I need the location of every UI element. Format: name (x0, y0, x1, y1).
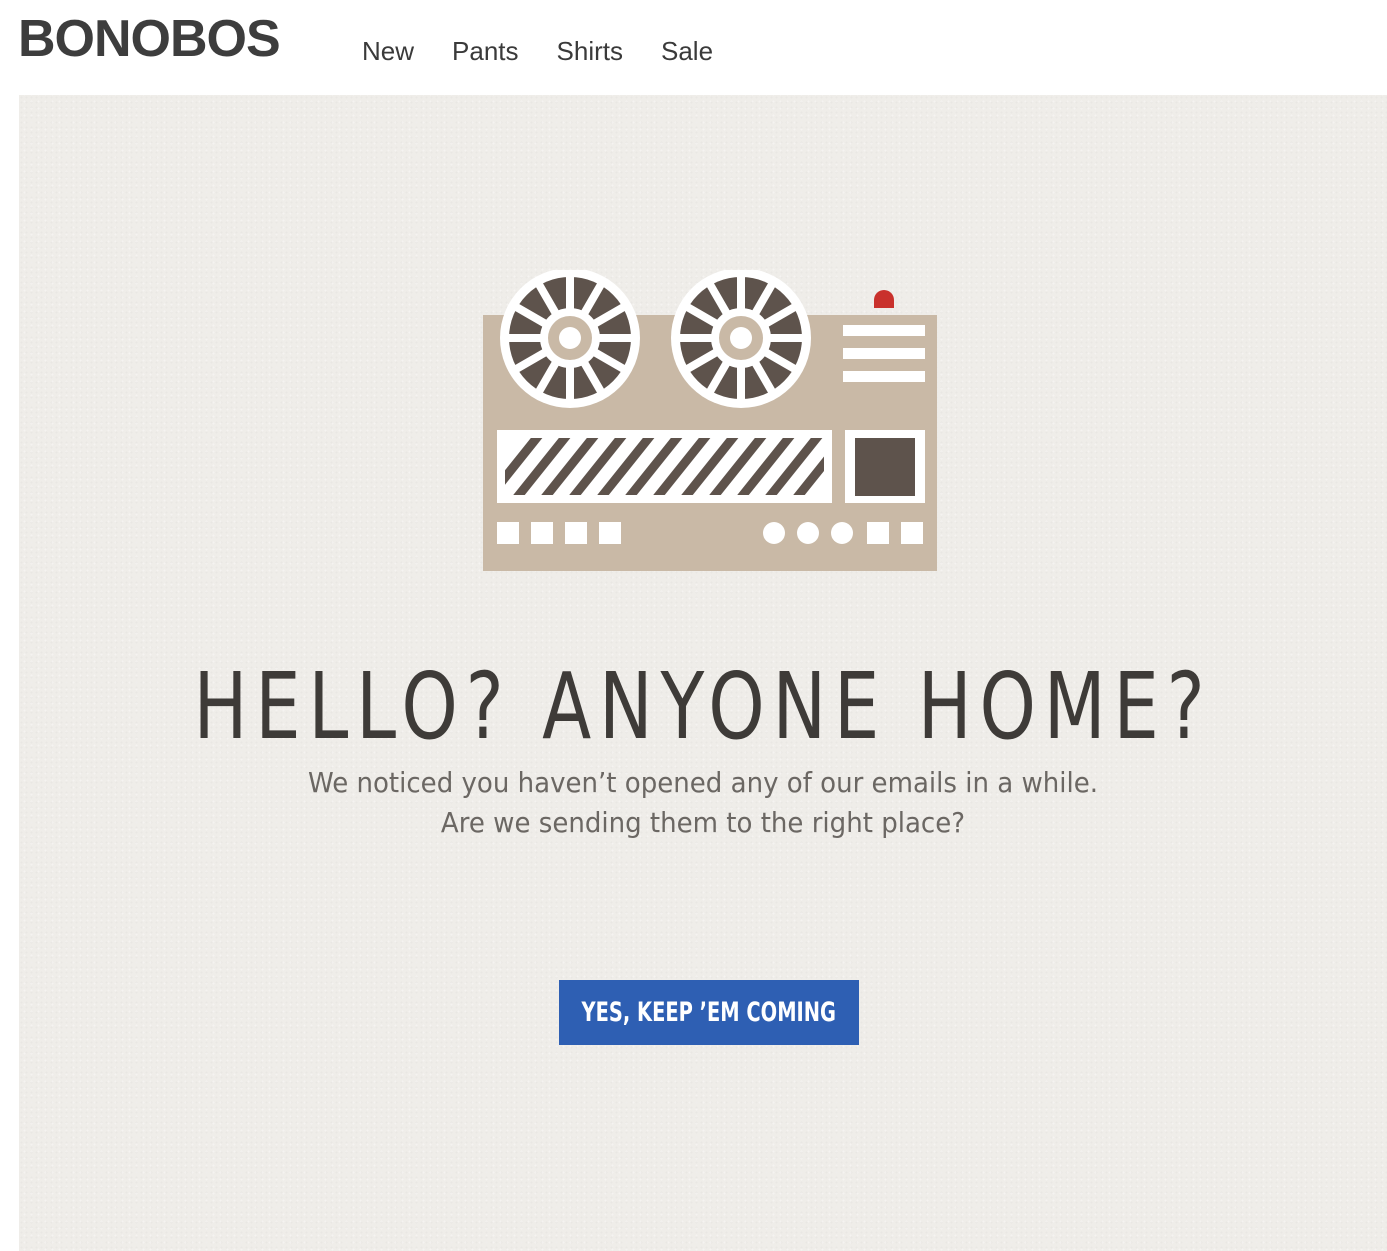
nav-item-sale[interactable]: Sale (661, 34, 713, 68)
speaker-lines (843, 325, 925, 382)
keep-emails-coming-button[interactable]: YES, KEEP ’EM COMING (559, 980, 859, 1045)
subtext-line-2: Are we sending them to the right place? (440, 806, 966, 839)
headline: HELLO? ANYONE HOME? (193, 653, 1213, 760)
subtext-line-1: We noticed you haven’t opened any of our… (307, 766, 1099, 799)
site-header: BONOBOS New Pants Shirts Sale (0, 0, 1387, 95)
main-nav: New Pants Shirts Sale (362, 34, 751, 68)
subtext: We noticed you haven’t opened any of our… (67, 763, 1339, 843)
brand-logo[interactable]: BONOBOS (18, 6, 281, 72)
striped-panel (497, 430, 832, 503)
nav-item-pants[interactable]: Pants (452, 34, 519, 68)
indicator-light (874, 290, 894, 308)
display-square (845, 430, 925, 503)
hero-section: HELLO? ANYONE HOME? We noticed you haven… (19, 95, 1387, 1251)
email-page: BONOBOS New Pants Shirts Sale HELLO? ANY… (0, 0, 1387, 1251)
left-reel (500, 270, 640, 408)
right-reel (671, 270, 811, 408)
reel-to-reel-tape-recorder-icon (483, 270, 937, 571)
cta-label: YES, KEEP ’EM COMING (581, 997, 837, 1028)
nav-item-new[interactable]: New (362, 34, 414, 68)
nav-item-shirts[interactable]: Shirts (557, 34, 623, 68)
